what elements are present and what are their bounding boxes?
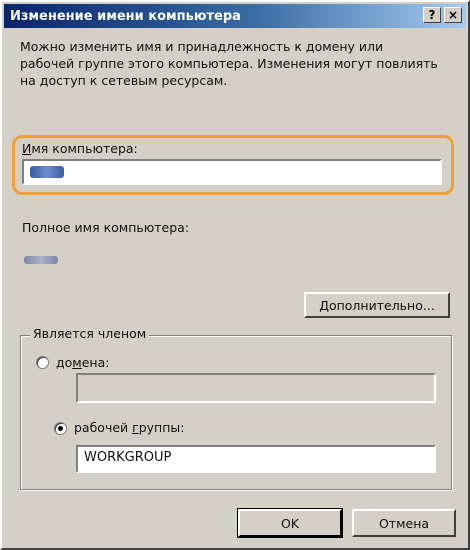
close-button[interactable]: × bbox=[444, 7, 462, 23]
rename-computer-dialog: Изменение имени компьютера ? × Можно изм… bbox=[0, 0, 470, 550]
computer-name-value-redacted bbox=[30, 165, 64, 178]
ok-button[interactable]: OK bbox=[237, 508, 343, 538]
workgroup-input[interactable]: WORKGROUP bbox=[76, 445, 436, 473]
domain-label: домена: bbox=[56, 355, 110, 370]
help-button[interactable]: ? bbox=[423, 7, 441, 23]
help-icon: ? bbox=[428, 8, 436, 22]
more-button[interactable]: Дополнительно... bbox=[304, 292, 450, 318]
domain-input[interactable] bbox=[76, 373, 436, 403]
cancel-button[interactable]: Отмена bbox=[352, 509, 456, 537]
window-title: Изменение имени компьютера bbox=[10, 8, 241, 24]
full-name-label: Полное имя компьютера: bbox=[22, 220, 190, 235]
computer-name-label: Имя компьютера: bbox=[22, 141, 138, 156]
description-text: Можно изменить имя и принадлежность к до… bbox=[20, 39, 438, 88]
title-bar[interactable]: Изменение имени компьютера ? × bbox=[4, 4, 466, 28]
full-name-value-redacted bbox=[24, 256, 58, 264]
ok-button-label: OK bbox=[280, 515, 300, 531]
computer-name-input[interactable] bbox=[22, 159, 442, 185]
cancel-button-label: Отмена bbox=[378, 515, 430, 531]
workgroup-radio[interactable] bbox=[54, 422, 67, 435]
more-button-label: Дополнительно... bbox=[319, 297, 435, 313]
workgroup-label: рабочей группы: bbox=[74, 420, 185, 435]
membership-group-title: Является членом bbox=[30, 326, 150, 341]
domain-radio[interactable] bbox=[36, 356, 49, 369]
close-icon: × bbox=[447, 8, 459, 22]
